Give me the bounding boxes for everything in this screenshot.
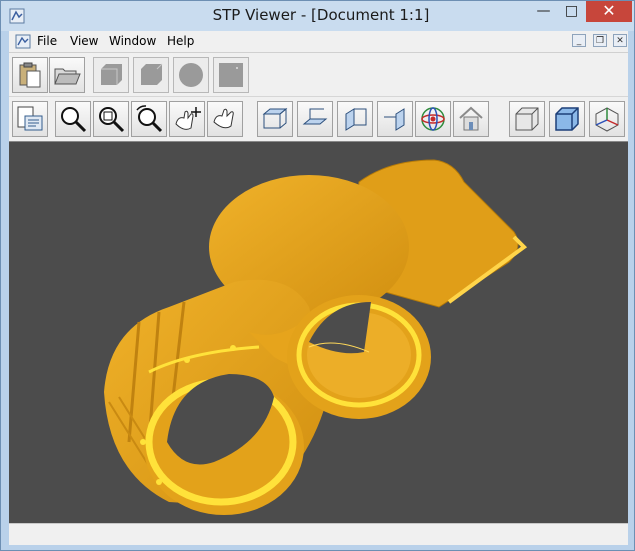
sphere-shape-icon — [179, 63, 203, 87]
mdi-minimize-button[interactable]: _ — [572, 34, 586, 47]
front-view-icon — [345, 108, 367, 131]
document-menu-icon[interactable] — [15, 34, 31, 49]
menu-window[interactable]: Window — [109, 34, 156, 48]
home-view-button[interactable] — [453, 101, 489, 137]
wire-view-button[interactable] — [133, 57, 169, 93]
top-view-icon — [262, 107, 288, 129]
app-window: STP Viewer - [Document 1:1] — □ ✕ File V… — [0, 0, 635, 551]
dynamic-zoom-button[interactable] — [131, 101, 167, 137]
sphere-view-button[interactable] — [173, 57, 209, 93]
mdi-close-button[interactable]: ✕ — [613, 34, 627, 47]
zoom-window-button[interactable] — [93, 101, 129, 137]
axes-button[interactable] — [589, 101, 625, 137]
paste-icon — [19, 62, 41, 88]
shaded-mode-button[interactable] — [509, 101, 545, 137]
pan-button[interactable] — [169, 101, 205, 137]
side-view-icon — [384, 108, 405, 131]
grab-button[interactable] — [207, 101, 243, 137]
pan-icon — [175, 107, 201, 130]
bottom-view-icon — [302, 108, 328, 125]
solid-shape-icon — [101, 64, 122, 85]
minimize-window-button[interactable]: — — [530, 1, 557, 22]
window-title: STP Viewer - [Document 1:1] — [212, 6, 430, 24]
maximize-window-button[interactable]: □ — [558, 1, 585, 22]
hand-icon — [213, 108, 234, 129]
menu-bar: File View Window Help _ ❐ ✕ — [9, 31, 628, 53]
side-view-button[interactable] — [377, 101, 413, 137]
open-button[interactable] — [49, 57, 85, 93]
3d-viewport[interactable] — [9, 141, 628, 523]
close-window-button[interactable]: ✕ — [586, 1, 632, 22]
open-folder-icon — [54, 68, 81, 85]
wireframe-box-icon — [555, 107, 579, 131]
status-bar — [9, 523, 628, 545]
title-bar[interactable]: STP Viewer - [Document 1:1] — □ ✕ — [1, 1, 634, 31]
app-icon — [9, 8, 25, 24]
properties-button[interactable] — [12, 101, 48, 137]
zoom-window-icon — [99, 107, 125, 133]
blank-shape-icon — [219, 63, 243, 87]
home-view-icon — [459, 106, 483, 131]
clip-model — [9, 142, 628, 523]
zoom-button[interactable] — [55, 101, 91, 137]
wireframe-mode-button[interactable] — [549, 101, 585, 137]
orbit-icon — [421, 107, 445, 131]
mdi-restore-button[interactable]: ❐ — [593, 34, 607, 47]
bottom-view-button[interactable] — [297, 101, 333, 137]
blank-view-button[interactable] — [213, 57, 249, 93]
view-toolbar — [9, 97, 628, 141]
front-view-button[interactable] — [337, 101, 373, 137]
menu-file[interactable]: File — [37, 34, 57, 48]
axes-icon — [595, 107, 619, 132]
menu-help[interactable]: Help — [167, 34, 194, 48]
rotate-zoom-icon — [136, 105, 163, 133]
main-toolbar — [9, 53, 628, 97]
shaded-box-icon — [515, 107, 539, 131]
menu-view[interactable]: View — [70, 34, 98, 48]
zoom-icon — [61, 107, 87, 133]
paste-button[interactable] — [12, 57, 48, 93]
solid-view-button[interactable] — [93, 57, 129, 93]
orbit-button[interactable] — [415, 101, 451, 137]
properties-icon — [17, 106, 43, 131]
top-view-button[interactable] — [257, 101, 293, 137]
wire-shape-icon — [141, 63, 163, 85]
